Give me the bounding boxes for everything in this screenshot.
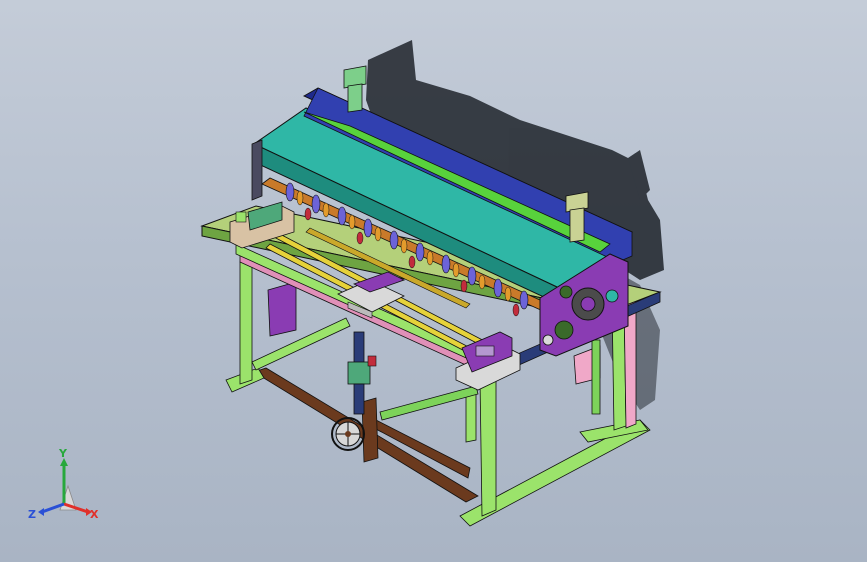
- z-axis-label: Z: [28, 508, 36, 521]
- handwheel: [331, 417, 365, 451]
- x-axis-label: X: [90, 508, 99, 521]
- z-arrowhead-icon: [38, 508, 44, 516]
- coordinate-triad: Y X Z: [24, 446, 108, 530]
- machine-model-3d[interactable]: [0, 0, 867, 562]
- y-axis-label: Y: [58, 447, 68, 460]
- cad-viewport[interactable]: Y X Z: [0, 0, 867, 562]
- base-frame: [225, 367, 651, 527]
